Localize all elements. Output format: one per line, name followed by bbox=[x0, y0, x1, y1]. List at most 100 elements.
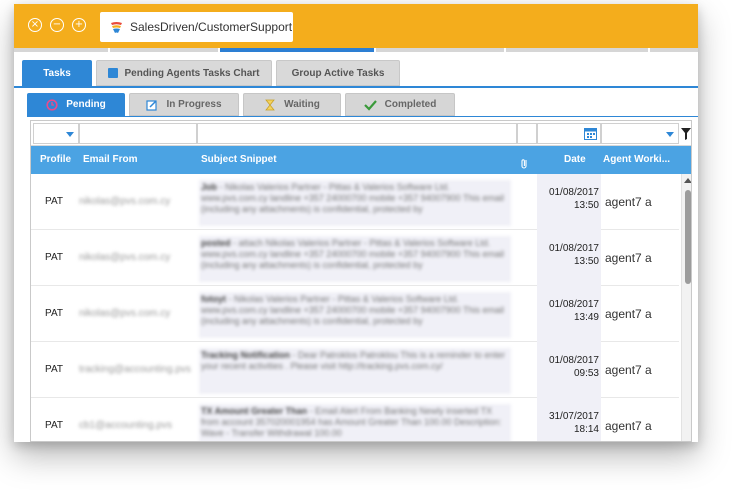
tab-tasks-label: Tasks bbox=[43, 67, 71, 79]
column-header-agent[interactable]: Agent Worki... bbox=[603, 146, 670, 174]
agent-cell: agent7 a bbox=[605, 419, 652, 433]
main-tabs: Tasks Pending Agents Tasks Chart Group A… bbox=[22, 60, 404, 86]
tab-completed-label: Completed bbox=[384, 99, 437, 110]
time-text: 13:50 bbox=[573, 200, 599, 211]
column-header-subject-snippet[interactable]: Subject Snippet bbox=[201, 146, 277, 174]
time-text: 13:50 bbox=[573, 256, 599, 267]
agent-cell: agent7 a bbox=[605, 251, 652, 265]
snippet-cell: posted - attach Nikolas Valerios Partner… bbox=[199, 236, 511, 282]
check-icon bbox=[363, 99, 377, 111]
title-bar: × − + SalesDriven/CustomerSupport bbox=[14, 4, 698, 48]
filter-row bbox=[31, 121, 691, 146]
nav-strip-divider bbox=[504, 48, 506, 52]
table-row[interactable]: PAT tracking@accounting.pvs Tracking Not… bbox=[31, 342, 679, 398]
chevron-down-icon bbox=[666, 132, 674, 137]
tasks-grid: Profile Email From Subject Snippet Date … bbox=[30, 120, 692, 442]
date-text: 01/08/2017 bbox=[548, 187, 599, 198]
table-row[interactable]: PAT cb1@accounting.pvs TX Amount Greater… bbox=[31, 398, 679, 441]
tab-in-progress[interactable]: In Progress bbox=[129, 93, 239, 116]
scroll-up-arrow-icon[interactable] bbox=[684, 178, 691, 183]
window-tab[interactable]: SalesDriven/CustomerSupport bbox=[100, 12, 293, 42]
snippet-cell: Tracking Notification - Dear Patroklos P… bbox=[199, 348, 511, 394]
nav-strip-active bbox=[220, 48, 374, 52]
email-cell: cb1@accounting.pvs bbox=[79, 420, 172, 431]
profile-cell: PAT bbox=[45, 196, 63, 207]
email-cell: tracking@accounting.pvs bbox=[79, 364, 191, 375]
table-row[interactable]: PAT nikolas@pvs.com.cy Job - Nikolas Val… bbox=[31, 174, 679, 230]
date-cell: 31/07/2017 18:14 bbox=[537, 398, 601, 441]
tab-waiting[interactable]: Waiting bbox=[243, 93, 341, 116]
date-text: 01/08/2017 bbox=[548, 355, 599, 366]
date-text: 31/07/2017 bbox=[548, 411, 599, 422]
hourglass-icon bbox=[264, 99, 276, 111]
tab-completed[interactable]: Completed bbox=[345, 93, 455, 116]
snippet-cell: fotoyt - Nikolas Valerios Partner - Pitt… bbox=[199, 292, 511, 338]
profile-cell: PAT bbox=[45, 308, 63, 319]
grid-body: PAT nikolas@pvs.com.cy Job - Nikolas Val… bbox=[31, 174, 691, 441]
table-row[interactable]: PAT nikolas@pvs.com.cy posted - attach N… bbox=[31, 230, 679, 286]
attachment-icon[interactable] bbox=[521, 154, 529, 169]
subject-text: TX Amount Greater Than bbox=[201, 406, 308, 416]
tab-pending-agents-tasks-chart[interactable]: Pending Agents Tasks Chart bbox=[96, 60, 272, 86]
salesdriven-logo-icon bbox=[111, 21, 122, 33]
email-cell: nikolas@pvs.com.cy bbox=[79, 196, 171, 207]
status-tabs-underline bbox=[27, 116, 698, 117]
nav-strip-divider bbox=[108, 48, 110, 52]
maximize-icon[interactable]: + bbox=[72, 18, 86, 32]
vertical-scrollbar[interactable] bbox=[681, 174, 691, 441]
snippet-cell: Job - Nikolas Valerios Partner - Pittas … bbox=[199, 180, 511, 226]
snippet-text: - attach Nikolas Valerios Partner - Pitt… bbox=[201, 238, 505, 270]
email-cell: nikolas@pvs.com.cy bbox=[79, 308, 171, 319]
email-filter-input[interactable] bbox=[79, 123, 197, 144]
scrollbar-thumb[interactable] bbox=[685, 190, 691, 284]
funnel-filter-icon[interactable] bbox=[681, 127, 691, 145]
agent-cell: agent7 a bbox=[605, 195, 652, 209]
tab-group-active-tasks[interactable]: Group Active Tasks bbox=[276, 60, 400, 86]
profile-cell: PAT bbox=[45, 364, 63, 375]
subject-filter-input[interactable] bbox=[197, 123, 517, 144]
app-window: × − + SalesDriven/CustomerSupport Tasks … bbox=[14, 4, 698, 442]
tab-in-progress-label: In Progress bbox=[166, 99, 222, 110]
agent-cell: agent7 a bbox=[605, 363, 652, 377]
date-cell: 01/08/2017 09:53 bbox=[537, 342, 601, 398]
snippet-cell: TX Amount Greater Than - Email Alert Fro… bbox=[199, 404, 511, 441]
agent-filter-dropdown[interactable] bbox=[601, 123, 679, 144]
subject-text: posted bbox=[201, 238, 231, 248]
grid-header: Profile Email From Subject Snippet Date … bbox=[31, 146, 691, 174]
column-header-email-from[interactable]: Email From bbox=[83, 146, 137, 174]
nav-strip-divider bbox=[218, 48, 220, 52]
chart-icon bbox=[108, 68, 119, 78]
tab-tasks[interactable]: Tasks bbox=[22, 60, 92, 86]
nav-strip-divider bbox=[648, 48, 650, 52]
clock-icon bbox=[46, 98, 58, 111]
tab-waiting-label: Waiting bbox=[284, 99, 320, 110]
tab-chart-label: Pending Agents Tasks Chart bbox=[124, 67, 260, 79]
profile-cell: PAT bbox=[45, 252, 63, 263]
subject-text: fotoyt bbox=[201, 294, 226, 304]
tab-pending[interactable]: Pending bbox=[27, 93, 125, 116]
time-text: 18:14 bbox=[573, 424, 599, 435]
close-icon[interactable]: × bbox=[28, 18, 42, 32]
minimize-icon[interactable]: − bbox=[50, 18, 64, 32]
date-cell: 01/08/2017 13:50 bbox=[537, 230, 601, 286]
main-tabs-underline bbox=[14, 86, 698, 88]
nav-strip-divider bbox=[374, 48, 376, 52]
snippet-text: - Nikolas Valerios Partner - Pittas & Va… bbox=[201, 294, 505, 326]
date-filter-input[interactable] bbox=[537, 123, 601, 144]
tab-group-label: Group Active Tasks bbox=[291, 67, 385, 79]
profile-filter-dropdown[interactable] bbox=[33, 123, 79, 144]
subject-text: Tracking Notification bbox=[201, 350, 291, 360]
table-row[interactable]: PAT nikolas@pvs.com.cy fotoyt - Nikolas … bbox=[31, 286, 679, 342]
calendar-icon[interactable] bbox=[584, 127, 597, 145]
status-tabs: Pending In Progress Waiting Completed bbox=[27, 93, 459, 116]
email-cell: nikolas@pvs.com.cy bbox=[79, 252, 171, 263]
column-header-profile[interactable]: Profile bbox=[40, 146, 71, 174]
column-header-date[interactable]: Date bbox=[564, 146, 586, 174]
snippet-text: - Nikolas Valerios Partner - Pittas & Va… bbox=[201, 182, 505, 214]
window-title: SalesDriven/CustomerSupport bbox=[130, 20, 293, 34]
subject-text: Job bbox=[201, 182, 218, 192]
attachment-filter[interactable] bbox=[517, 123, 537, 144]
date-text: 01/08/2017 bbox=[548, 243, 599, 254]
profile-cell: PAT bbox=[45, 420, 63, 431]
date-cell: 01/08/2017 13:49 bbox=[537, 286, 601, 342]
